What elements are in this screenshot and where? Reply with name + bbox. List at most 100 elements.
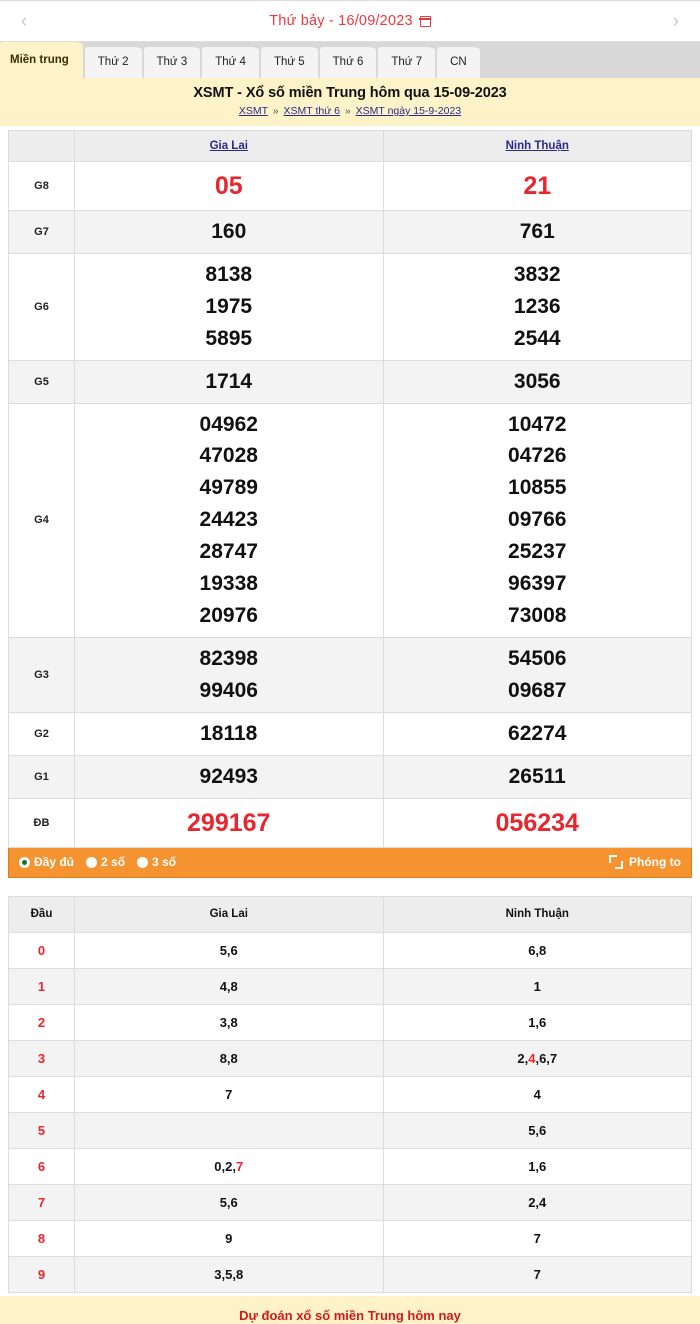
calendar-icon[interactable] [419,15,432,27]
number-value: 19338 [199,572,258,596]
number-value: 62274 [508,721,567,745]
dau-values-ninhthuan: 1,6 [382,1147,692,1185]
dau-digit: 2 [8,1003,75,1041]
breadcrumb-item-3[interactable]: XSMT ngày 15-9-2023 [356,105,461,117]
tab-mien-trung[interactable]: Miền trung [0,42,83,78]
number-value: 18118 [200,721,258,745]
title-block: XSMT - Xổ số miền Trung hôm qua 15-09-20… [0,78,700,126]
number-value: 25237 [508,540,567,564]
number-value: 05 [214,172,243,200]
number-value: 04726 [508,444,567,468]
number-value: 99406 [199,678,258,702]
dau-row: 897 [8,1219,692,1257]
dau-row: 3 8,8 2,4,6,7 [8,1039,692,1077]
province-link-gialai[interactable]: Gia Lai [210,140,248,152]
next-day-button[interactable]: › [666,12,686,31]
number-value: 24423 [199,508,258,532]
prize-label: G3 [8,636,75,713]
prize-label: G6 [8,252,75,361]
option-3-so[interactable]: 3 số [137,855,176,869]
breadcrumb-separator: » [344,105,351,117]
number-value: 54506 [508,646,567,670]
number-value: 47028 [199,444,258,468]
dau-header-gialai: Gia Lai [74,895,384,933]
dau-value-part: 4 [528,1050,536,1066]
dau-values-ninhthuan: 6,8 [382,931,692,969]
dau-values-gialai: 0,2,7 [74,1147,384,1185]
number-value: 26511 [508,764,566,788]
dau-row: 5 5,6 [8,1111,692,1149]
results-header-gialai: Gia Lai [74,130,384,162]
tab-thu-7[interactable]: Thứ 7 [378,47,436,78]
tab-thu-3[interactable]: Thứ 3 [143,47,201,78]
province-link-ninhthuan[interactable]: Ninh Thuận [506,140,569,152]
prize-numbers-gialai: 1714 [74,359,384,404]
option-day-du[interactable]: Đầy đủ [19,855,74,869]
dau-values-ninhthuan: 2,4,6,7 [382,1039,692,1077]
number-value: 82398 [199,646,258,670]
results-row-g1: G1 92493 26511 [8,754,692,799]
results-table-wrapper: Gia Lai Ninh Thuận G8 05 21 G7 160 761 G6 8138 1… [0,126,700,848]
expand-icon [609,855,624,869]
dau-header-ninhthuan: Ninh Thuận [382,895,692,933]
dau-value-part: 2 [517,1050,525,1066]
tab-thu-6[interactable]: Thứ 6 [319,47,377,78]
prize-numbers-gialai: 299167 [74,797,384,848]
results-row-g4: G4 04962 47028 49789 24423 28747 19338 20976 104… [8,402,692,638]
prize-label: G5 [8,359,75,404]
number-value: 49789 [199,476,258,500]
radio-2-so-icon[interactable] [86,856,98,868]
display-option-bar: Đầy đủ 2 số 3 số Phóng to [8,847,692,878]
dau-values-ninhthuan: 2,4 [382,1183,692,1221]
dau-summary-table: Đầu Gia Lai Ninh Thuận 0 5,6 6,8 1 4,8 1 2 3,8 1… [8,895,692,1293]
prize-label: G4 [8,402,75,638]
radio-day-du-icon[interactable] [19,856,30,868]
option-2-so[interactable]: 2 số [86,855,125,869]
prize-label: G7 [8,210,75,254]
bottom-teaser: Dự đoán xổ số miền Trung hôm nay [0,1296,700,1324]
dau-digit: 1 [8,967,75,1005]
dau-values-gialai [74,1111,384,1149]
dau-table-wrapper: Đầu Gia Lai Ninh Thuận 0 5,6 6,8 1 4,8 1 2 3,8 1… [0,877,700,1293]
dau-body: 0 5,6 6,8 1 4,8 1 2 3,8 1,6 3 8,8 2,4,6,7 4 7 4 5 5,6 6 0,… [8,931,692,1293]
dau-row: 6 0,2,7 1,6 [8,1147,692,1185]
prize-label: G2 [8,711,75,756]
prize-numbers-ninhthuan: 54506 09687 [382,636,692,713]
number-value: 1714 [205,369,253,393]
zoom-in-button[interactable]: Phóng to [609,855,681,869]
dau-values-gialai: 5,6 [74,1183,384,1221]
number-value: 3056 [513,369,561,393]
tab-thu-4[interactable]: Thứ 4 [202,47,259,78]
dau-digit: 9 [8,1255,75,1293]
tab-thu-5[interactable]: Thứ 5 [260,47,318,78]
dau-digit: 3 [8,1039,75,1077]
prev-day-button[interactable]: ‹ [14,12,34,31]
dau-values-ninhthuan: 7 [382,1255,692,1293]
dau-values-gialai: 4,8 [74,967,384,1005]
radio-3-so-icon[interactable] [137,856,149,868]
tab-cn[interactable]: CN [437,47,480,78]
dau-row: 0 5,6 6,8 [8,931,692,969]
breadcrumb-item-2[interactable]: XSMT thứ 6 [284,105,340,117]
results-row-g8: G8 05 21 [8,161,692,211]
option-2-so-label: 2 số [101,855,126,869]
results-header-row: Gia Lai Ninh Thuận [8,130,692,162]
number-value: 92493 [199,764,258,788]
option-3-so-label: 3 số [152,855,177,869]
current-date-label[interactable]: Thứ bảy - 16/09/2023 [34,13,666,29]
prize-numbers-gialai: 8138 1975 5895 [74,252,384,361]
dau-values-ninhthuan: 7 [382,1219,692,1257]
dau-value-part: 7 [549,1050,558,1066]
dau-values-gialai: 3,5,8 [74,1255,384,1293]
tab-thu-2[interactable]: Thứ 2 [84,47,142,78]
prize-numbers-gialai: 05 [74,161,384,211]
lottery-results-table: Gia Lai Ninh Thuận G8 05 21 G7 160 761 G6 8138 1… [8,130,692,848]
number-value: 1975 [205,294,253,318]
breadcrumb-item-1[interactable]: XSMT [239,105,268,117]
page-title: XSMT - Xổ số miền Trung hôm qua 15-09-20… [193,85,507,101]
dau-row: 2 3,8 1,6 [8,1003,692,1041]
prize-numbers-ninhthuan: 761 [382,210,692,254]
dau-value-part: 6 [539,1050,547,1066]
number-value: 3832 [513,262,561,286]
results-row-g2: G2 18118 62274 [8,711,692,756]
